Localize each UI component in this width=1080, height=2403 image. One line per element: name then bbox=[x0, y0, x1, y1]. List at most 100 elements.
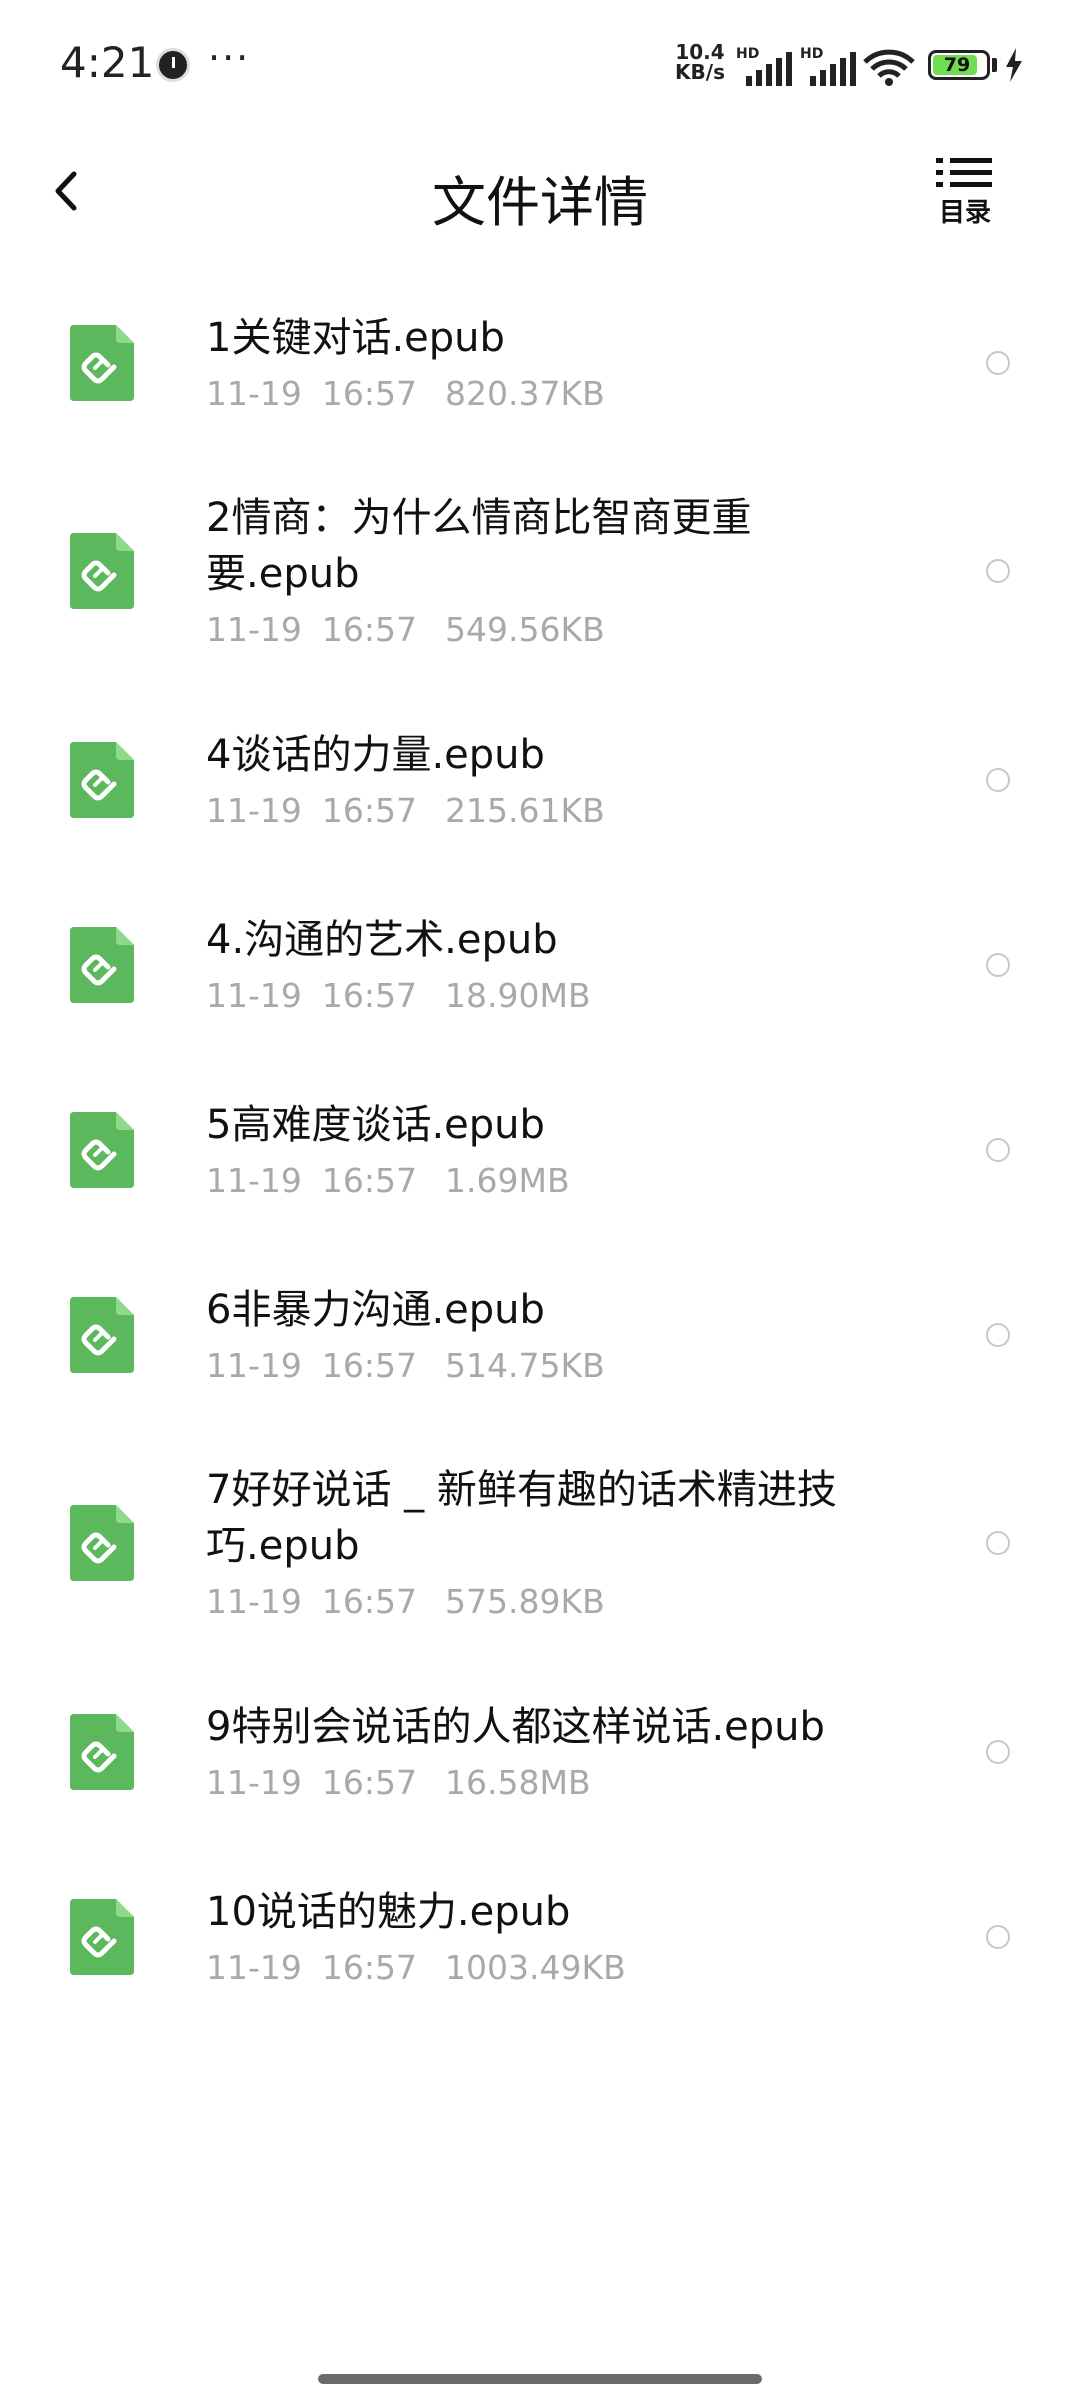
file-name: 4.沟通的艺术.epub bbox=[206, 916, 558, 963]
file-date: 11-19 bbox=[206, 975, 302, 1015]
file-time: 16:57 bbox=[321, 1582, 417, 1621]
file-meta: 11-19 16:57 16.58MB bbox=[206, 1761, 886, 1805]
select-radio[interactable] bbox=[986, 350, 1010, 375]
file-info: 10说话的魅力.epub 11-19 16:57 1003.49KB bbox=[206, 1884, 886, 1990]
select-radio[interactable] bbox=[986, 952, 1010, 977]
file-name: 2情商：为什么情商比智商更重要.epub bbox=[206, 495, 752, 597]
file-meta: 11-19 16:57 1003.49KB bbox=[206, 1946, 886, 1990]
list-icon bbox=[936, 158, 992, 187]
file-info: 4.沟通的艺术.epub 11-19 16:57 18.90MB bbox=[206, 912, 886, 1018]
battery-icon: 79 bbox=[928, 50, 990, 80]
file-date: 11-19 bbox=[206, 1582, 302, 1621]
select-radio[interactable] bbox=[986, 767, 1010, 792]
file-meta: 11-19 16:57 575.89KB bbox=[206, 1580, 886, 1624]
file-list-item[interactable]: 1关键对话.epub 11-19 16:57 820.37KB bbox=[0, 270, 1080, 455]
file-date: 11-19 bbox=[206, 790, 302, 830]
epub-file-icon bbox=[70, 533, 134, 609]
file-info: 2情商：为什么情商比智商更重要.epub 11-19 16:57 549.56KB bbox=[206, 490, 886, 652]
wifi-icon bbox=[863, 49, 915, 86]
file-size: 820.37KB bbox=[445, 373, 605, 413]
file-time: 16:57 bbox=[321, 1345, 417, 1385]
file-list-item[interactable]: 6非暴力沟通.epub 11-19 16:57 514.75KB bbox=[0, 1242, 1080, 1427]
file-time: 16:57 bbox=[321, 1160, 417, 1200]
file-name: 4谈话的力量.epub bbox=[206, 731, 545, 778]
file-info: 1关键对话.epub 11-19 16:57 820.37KB bbox=[206, 310, 886, 416]
file-meta: 11-19 16:57 215.61KB bbox=[206, 789, 886, 833]
epub-file-icon bbox=[70, 1713, 134, 1790]
select-radio[interactable] bbox=[986, 1924, 1010, 1949]
file-date: 11-19 bbox=[206, 1947, 302, 1987]
alarm-icon bbox=[156, 48, 190, 82]
network-speed-value: 10.4 bbox=[675, 40, 725, 64]
file-meta: 11-19 16:57 820.37KB bbox=[206, 372, 886, 416]
file-time: 16:57 bbox=[321, 790, 417, 830]
file-size: 549.56KB bbox=[445, 610, 605, 649]
select-radio[interactable] bbox=[986, 1137, 1010, 1162]
signal-hd-label: HD bbox=[736, 46, 760, 62]
file-time: 16:57 bbox=[321, 1947, 417, 1987]
header: 文件详情 目录 bbox=[0, 130, 1080, 250]
select-radio[interactable] bbox=[986, 1739, 1010, 1764]
battery-cap bbox=[992, 58, 997, 72]
file-size: 16.58MB bbox=[445, 1762, 591, 1802]
file-name: 5高难度谈话.epub bbox=[206, 1101, 545, 1148]
file-size: 514.75KB bbox=[445, 1345, 605, 1385]
file-date: 11-19 bbox=[206, 1160, 302, 1200]
status-bar: 4:21 ··· 10.4 KB/s HD HD 79 bbox=[0, 0, 1080, 130]
epub-file-icon bbox=[70, 1505, 134, 1581]
file-list-item[interactable]: 5高难度谈话.epub 11-19 16:57 1.69MB bbox=[0, 1057, 1080, 1242]
select-radio[interactable] bbox=[986, 1322, 1010, 1347]
more-notifications-icon: ··· bbox=[208, 36, 251, 80]
select-radio[interactable] bbox=[986, 559, 1010, 583]
file-size: 1.69MB bbox=[445, 1160, 570, 1200]
file-meta: 11-19 16:57 514.75KB bbox=[206, 1344, 886, 1388]
file-meta: 11-19 16:57 18.90MB bbox=[206, 974, 886, 1018]
network-speed-unit: KB/s bbox=[675, 60, 725, 84]
file-name: 10说话的魅力.epub bbox=[206, 1888, 571, 1935]
toc-label: 目录 bbox=[938, 198, 991, 228]
battery-level: 79 bbox=[943, 54, 971, 76]
file-list-item[interactable]: 9特别会说话的人都这样说话.epub 11-19 16:57 16.58MB bbox=[0, 1659, 1080, 1844]
signal-icon-2: HD bbox=[800, 46, 860, 86]
file-date: 11-19 bbox=[206, 373, 302, 413]
file-date: 11-19 bbox=[206, 1762, 302, 1802]
file-info: 7好好说话 _ 新鲜有趣的话术精进技巧.epub 11-19 16:57 575.89… bbox=[206, 1462, 886, 1624]
file-size: 1003.49KB bbox=[445, 1947, 626, 1987]
file-name: 6非暴力沟通.epub bbox=[206, 1286, 545, 1333]
epub-file-icon bbox=[70, 1111, 134, 1188]
file-list-item[interactable]: 2情商：为什么情商比智商更重要.epub 11-19 16:57 549.56KB bbox=[0, 455, 1080, 687]
file-list-item[interactable]: 4谈话的力量.epub 11-19 16:57 215.61KB bbox=[0, 687, 1080, 872]
file-list-item[interactable]: 4.沟通的艺术.epub 11-19 16:57 18.90MB bbox=[0, 872, 1080, 1057]
file-list-item[interactable]: 10说话的魅力.epub 11-19 16:57 1003.49KB bbox=[0, 1844, 1080, 2029]
file-size: 18.90MB bbox=[445, 975, 591, 1015]
file-time: 16:57 bbox=[321, 373, 417, 413]
file-info: 9特别会说话的人都这样说话.epub 11-19 16:57 16.58MB bbox=[206, 1699, 886, 1805]
signal-hd-label-2: HD bbox=[800, 46, 824, 62]
home-indicator[interactable] bbox=[318, 2374, 762, 2384]
file-name: 9特别会说话的人都这样说话.epub bbox=[206, 1703, 825, 1750]
toc-button[interactable]: 目录 bbox=[930, 154, 1000, 234]
file-size: 575.89KB bbox=[445, 1582, 605, 1621]
signal-icon: HD bbox=[736, 46, 796, 86]
file-list-item[interactable]: 7好好说话 _ 新鲜有趣的话术精进技巧.epub 11-19 16:57 575.89… bbox=[0, 1427, 1080, 1659]
epub-file-icon bbox=[70, 324, 134, 401]
file-name: 1关键对话.epub bbox=[206, 314, 505, 361]
epub-file-icon bbox=[70, 741, 134, 818]
page-title: 文件详情 bbox=[432, 171, 648, 234]
file-size: 215.61KB bbox=[445, 790, 605, 830]
file-time: 16:57 bbox=[321, 1762, 417, 1802]
file-date: 11-19 bbox=[206, 610, 302, 649]
file-info: 6非暴力沟通.epub 11-19 16:57 514.75KB bbox=[206, 1282, 886, 1388]
select-radio[interactable] bbox=[986, 1531, 1010, 1555]
file-time: 16:57 bbox=[321, 975, 417, 1015]
file-time: 16:57 bbox=[321, 610, 417, 649]
epub-file-icon bbox=[70, 1898, 134, 1975]
charging-icon bbox=[1006, 48, 1022, 82]
file-meta: 11-19 16:57 1.69MB bbox=[206, 1159, 886, 1203]
status-time: 4:21 bbox=[60, 38, 155, 87]
file-info: 5高难度谈话.epub 11-19 16:57 1.69MB bbox=[206, 1097, 886, 1203]
epub-file-icon bbox=[70, 926, 134, 1003]
file-name: 7好好说话 _ 新鲜有趣的话术精进技巧.epub bbox=[206, 1467, 837, 1569]
file-meta: 11-19 16:57 549.56KB bbox=[206, 608, 886, 652]
file-date: 11-19 bbox=[206, 1345, 302, 1385]
